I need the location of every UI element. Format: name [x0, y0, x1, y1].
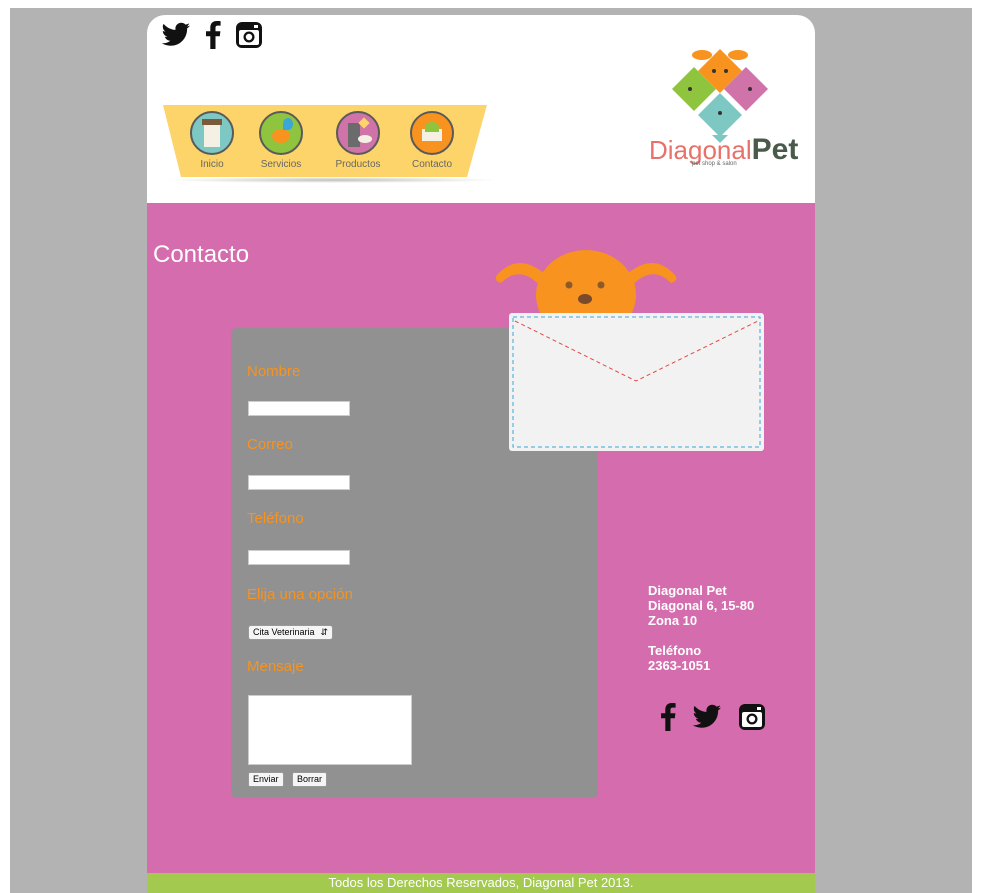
nav-item-contacto[interactable]: Contacto — [402, 111, 462, 170]
home-icon — [190, 111, 234, 155]
twitter-icon[interactable] — [692, 704, 722, 735]
nav-item-inicio[interactable]: Inicio — [182, 111, 242, 170]
address-phone: 2363-1051 — [648, 658, 711, 673]
chevron-updown-icon: ⇵ — [320, 627, 329, 637]
option-label: Elija una opción — [247, 586, 353, 603]
instagram-icon[interactable] — [235, 21, 263, 54]
nav-shadow — [165, 177, 501, 183]
option-select[interactable]: Cita Veterinaria ⇵ — [248, 625, 334, 640]
dog-illustration — [495, 250, 677, 323]
address-line-1: Diagonal Pet — [648, 583, 727, 598]
address-line-3: Zona 10 — [648, 613, 698, 628]
header: Inicio Servicios Productos Contacto Diag… — [147, 15, 815, 203]
logo-text-pet: Pet — [751, 133, 799, 166]
email-label: Correo — [247, 436, 293, 453]
nav-label-servicios: Servicios — [260, 159, 302, 170]
nav-label-contacto: Contacto — [411, 159, 453, 170]
instagram-icon[interactable] — [738, 703, 766, 736]
contact-address: Diagonal Pet Diagonal 6, 15-80 Zona 10 T… — [648, 583, 754, 673]
reset-button[interactable]: Borrar — [292, 772, 328, 787]
name-field[interactable] — [248, 401, 350, 416]
submit-button[interactable]: Enviar — [248, 772, 284, 787]
facebook-icon[interactable] — [205, 21, 221, 54]
facebook-icon[interactable] — [660, 703, 676, 736]
phone-field[interactable] — [248, 550, 350, 565]
footer: Todos los Derechos Reservados, Diagonal … — [147, 873, 815, 893]
mail-icon — [410, 111, 454, 155]
address-line-2: Diagonal 6, 15-80 — [648, 598, 755, 613]
name-label: Nombre — [247, 363, 301, 380]
nav-label-inicio: Inicio — [200, 159, 224, 170]
twitter-icon[interactable] — [161, 22, 191, 53]
nav-label-productos: Productos — [335, 159, 381, 170]
header-social-links — [161, 21, 263, 54]
site-container: Inicio Servicios Productos Contacto Diag… — [147, 15, 815, 893]
message-textarea[interactable] — [248, 695, 412, 765]
products-icon — [336, 111, 380, 155]
envelope-illustration — [509, 313, 764, 451]
grooming-icon — [259, 111, 303, 155]
message-label: Mensaje — [247, 658, 304, 675]
nav-item-servicios[interactable]: Servicios — [251, 111, 311, 170]
option-select-value: Cita Veterinaria — [253, 627, 315, 637]
logo-tagline: pet shop & salon — [692, 161, 737, 167]
email-field[interactable] — [248, 475, 350, 490]
main-content: Contacto Nombre Correo Teléfono Elija un… — [147, 203, 815, 873]
page-title: Contacto — [153, 241, 250, 268]
nav-item-productos[interactable]: Productos — [328, 111, 388, 170]
contact-social-links — [660, 703, 766, 736]
phone-label: Teléfono — [247, 510, 304, 527]
address-phone-label: Teléfono — [648, 643, 702, 658]
